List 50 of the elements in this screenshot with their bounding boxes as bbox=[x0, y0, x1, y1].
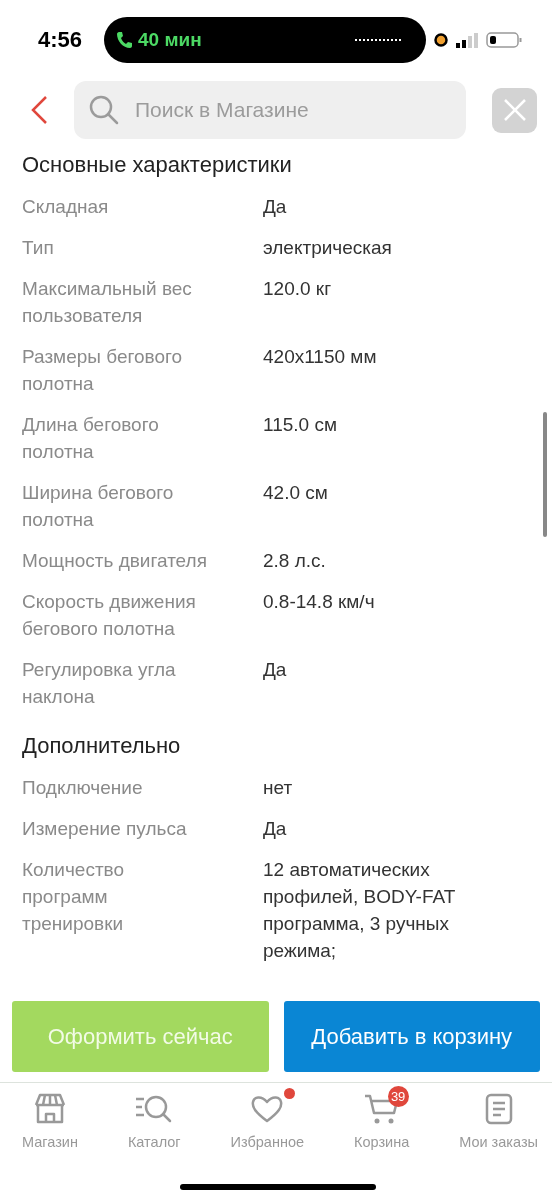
section-heading: Дополнительно bbox=[22, 732, 182, 760]
count-badge: 39 bbox=[387, 1086, 409, 1107]
heart-icon bbox=[251, 1095, 284, 1123]
back-icon[interactable] bbox=[30, 95, 48, 125]
spec-value: 0.8-14.8 км/ч bbox=[263, 590, 376, 614]
nav-tab[interactable]: 39 Корзина bbox=[344, 1084, 420, 1150]
spec-label: Тип bbox=[22, 236, 55, 260]
close-icon bbox=[502, 98, 527, 122]
waveform-icon bbox=[354, 37, 404, 42]
spec-label: Складная bbox=[22, 195, 110, 219]
spec-label: Максимальный вес пользователя bbox=[22, 277, 193, 328]
nav-tab[interactable]: Каталог bbox=[117, 1084, 191, 1150]
spec-value: 42.0 см bbox=[263, 481, 329, 505]
store-icon bbox=[32, 1093, 67, 1125]
spec-label: Количество программ тренировки bbox=[22, 858, 126, 936]
catalog-search-icon bbox=[135, 1094, 174, 1124]
spec-label: Скорость движения бегового полотна bbox=[22, 590, 197, 641]
document-icon bbox=[484, 1093, 513, 1125]
spec-value: нет bbox=[263, 776, 294, 800]
spec-value: электрическая bbox=[263, 236, 393, 260]
spec-value: 420x1150 мм bbox=[263, 345, 378, 369]
search-field[interactable]: Поиск в Магазине bbox=[74, 81, 466, 139]
status-time: 4:56 bbox=[38, 27, 84, 53]
battery-icon bbox=[486, 32, 522, 48]
signal-icon bbox=[456, 32, 478, 48]
phone-icon bbox=[116, 30, 132, 49]
call-duration: 40 мин bbox=[138, 28, 202, 51]
spec-label: Ширина бегового полотна bbox=[22, 481, 175, 532]
spec-value: 2.8 л.с. bbox=[263, 549, 327, 573]
spec-value: 115.0 см bbox=[263, 413, 338, 437]
spec-label: Измерение пульса bbox=[22, 817, 188, 841]
nav-tab[interactable]: Избранное bbox=[220, 1084, 315, 1150]
nav-tab[interactable]: Магазин bbox=[12, 1084, 88, 1150]
spec-value: Да bbox=[263, 658, 288, 682]
search-icon bbox=[89, 95, 119, 125]
section-heading: Основные характеристики bbox=[22, 151, 293, 179]
spec-label: Регулировка угла наклона bbox=[22, 658, 177, 709]
spec-value: 12 автоматических профилей, BODY-FAT программа, 3 ручных режима; bbox=[263, 858, 456, 963]
spec-label: Подключение bbox=[22, 776, 144, 800]
spec-value: Да bbox=[263, 817, 288, 841]
checkout-button[interactable]: Оформить сейчас bbox=[12, 1001, 269, 1072]
recording-dot-icon bbox=[434, 33, 448, 47]
call-pill[interactable]: 40 мин bbox=[104, 16, 426, 63]
nav-tab[interactable]: Мои заказы bbox=[449, 1084, 548, 1150]
spec-label: Длина бегового полотна bbox=[22, 413, 160, 464]
spec-label: Размеры бегового полотна bbox=[22, 345, 184, 396]
spec-value: Да bbox=[263, 195, 288, 219]
spec-label: Мощность двигателя bbox=[22, 549, 208, 573]
add-to-cart-button[interactable]: Добавить в корзину bbox=[283, 1001, 540, 1072]
spec-value: 120.0 кг bbox=[263, 277, 333, 301]
